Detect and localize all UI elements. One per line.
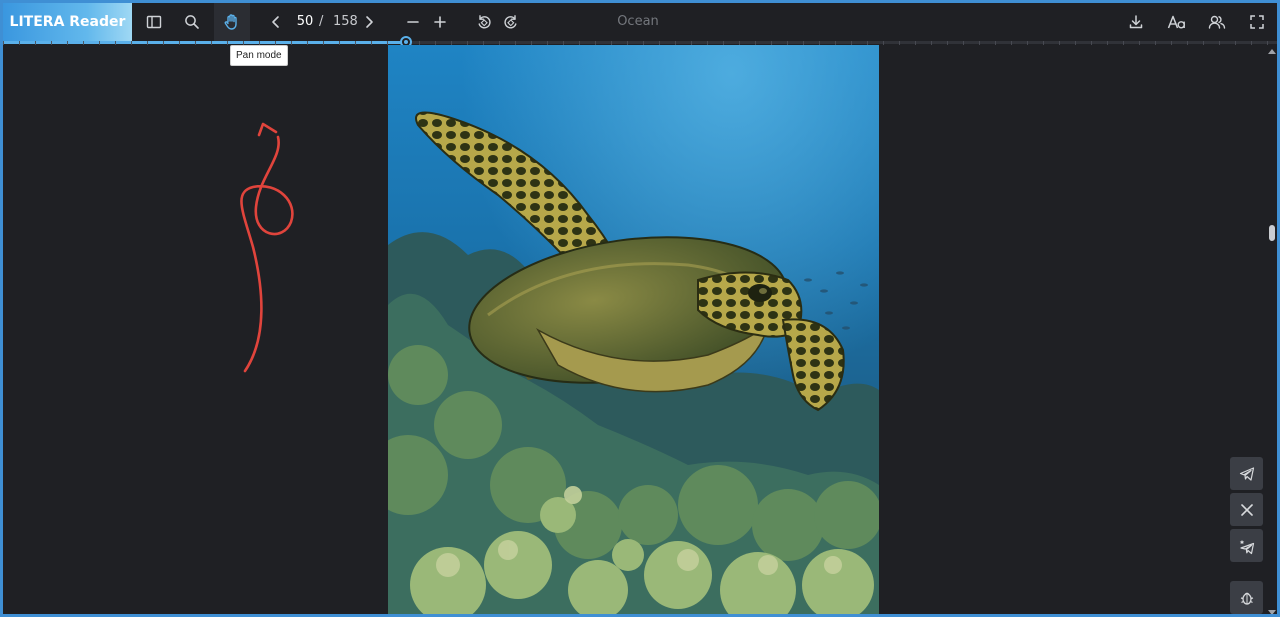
top-toolbar: LITERA Reader 50 / 158 Ocean	[3, 3, 1277, 41]
download-button[interactable]	[1121, 7, 1151, 37]
fullscreen-icon	[1250, 15, 1264, 29]
sea-turtle-photo	[388, 45, 879, 614]
scroll-thumb[interactable]	[1269, 225, 1275, 241]
page-separator: /	[319, 14, 324, 29]
hand-icon	[224, 14, 237, 30]
document-viewer[interactable]	[3, 45, 1268, 614]
users-button[interactable]	[1201, 7, 1233, 37]
search-button[interactable]	[176, 7, 208, 37]
prev-page-button[interactable]	[261, 7, 291, 37]
brand-logo[interactable]: LITERA Reader	[3, 3, 132, 41]
font-size-icon	[1167, 15, 1185, 29]
sidebar-toggle-button[interactable]	[138, 7, 170, 37]
current-page-input[interactable]: 50	[289, 14, 321, 32]
pan-mode-button[interactable]	[214, 3, 250, 41]
chevron-right-icon	[366, 16, 373, 28]
share-telegram-button[interactable]	[1230, 457, 1263, 490]
rotate-left-button[interactable]	[469, 7, 499, 37]
zoom-in-button[interactable]	[425, 7, 455, 37]
share-telegram-premium-button[interactable]	[1230, 529, 1263, 562]
sidebar-icon	[146, 15, 162, 29]
report-bug-button[interactable]	[1230, 581, 1263, 614]
scroll-down-arrow[interactable]	[1268, 610, 1276, 614]
download-icon	[1129, 15, 1143, 29]
fullscreen-button[interactable]	[1241, 7, 1273, 37]
page-image	[388, 45, 879, 614]
chevron-left-icon	[272, 16, 279, 28]
rotate-right-icon	[504, 15, 517, 29]
share-x-button[interactable]	[1230, 493, 1263, 526]
app-window: LITERA Reader 50 / 158 Ocean Pan mode	[0, 0, 1280, 617]
rotate-left-icon	[478, 15, 491, 29]
vertical-scrollbar[interactable]	[1267, 45, 1277, 614]
next-page-button[interactable]	[354, 7, 384, 37]
bug-icon	[1240, 592, 1253, 605]
drawn-arrow-annotation	[240, 122, 294, 373]
rotate-right-button[interactable]	[496, 7, 526, 37]
telegram-icon	[1239, 466, 1254, 481]
plus-icon	[434, 16, 446, 28]
telegram-star-icon	[1239, 539, 1254, 554]
font-settings-button[interactable]	[1161, 7, 1193, 37]
pan-mode-tooltip: Pan mode	[230, 45, 288, 66]
scroll-up-arrow[interactable]	[1268, 49, 1276, 54]
document-title: Ocean	[617, 14, 659, 29]
minus-icon	[407, 21, 419, 23]
search-icon	[185, 15, 199, 29]
x-icon	[1240, 503, 1253, 516]
users-icon	[1208, 15, 1226, 29]
zoom-out-button[interactable]	[398, 7, 428, 37]
